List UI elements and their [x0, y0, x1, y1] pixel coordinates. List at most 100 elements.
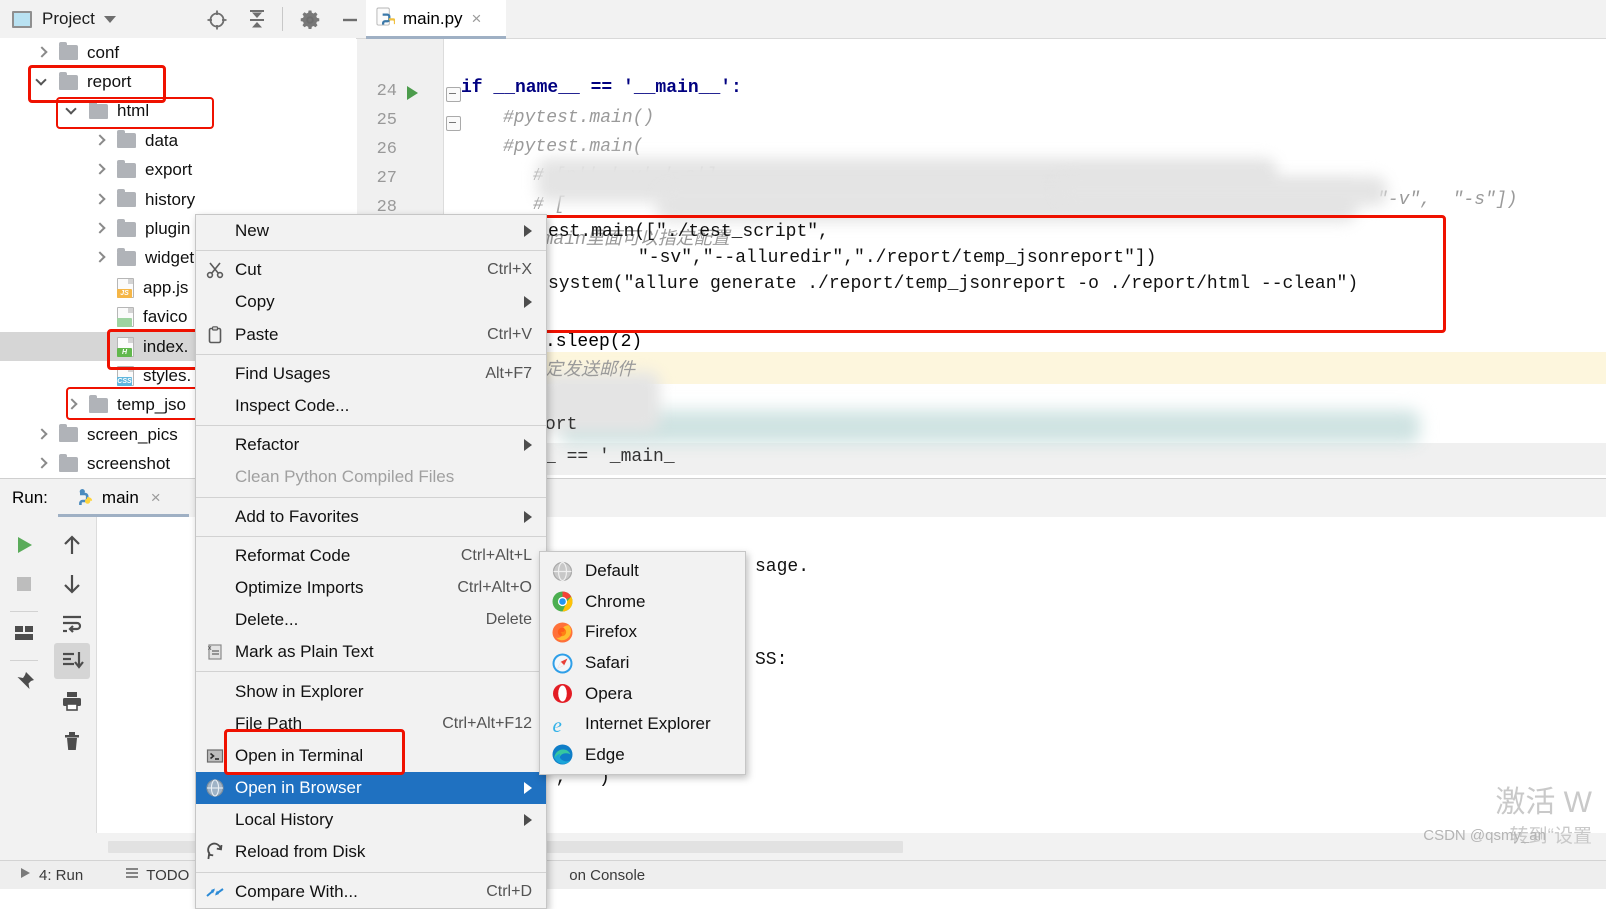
tree-item-data[interactable]: data — [0, 126, 356, 155]
menu-item-cut[interactable]: Cut Ctrl+X — [196, 254, 546, 286]
submenu-arrow-icon — [524, 511, 532, 523]
chevron-right-icon[interactable] — [94, 194, 106, 206]
status-tab-todo[interactable]: TODO — [125, 866, 189, 884]
project-panel-title: Project — [42, 9, 95, 29]
menu-item-paste[interactable]: Paste Ctrl+V — [196, 319, 546, 351]
run-play-icon[interactable] — [12, 533, 36, 557]
chevron-right-icon[interactable] — [66, 399, 78, 411]
tree-item-history[interactable]: history — [0, 185, 356, 214]
menu-item-add-to-favorites[interactable]: Add to Favorites — [196, 501, 546, 533]
close-icon[interactable]: × — [472, 9, 482, 29]
menu-item-new[interactable]: New — [196, 215, 546, 247]
status-tab-python-console[interactable]: on Console — [569, 867, 645, 884]
run-gutter-icon[interactable] — [407, 86, 418, 100]
menu-item-clean-python-compiled-files: Clean Python Compiled Files — [196, 461, 546, 493]
menu-item-label: Paste — [235, 325, 278, 345]
chevron-down-icon[interactable] — [66, 105, 78, 117]
menu-item-local-history[interactable]: Local History — [196, 804, 546, 836]
menu-separator — [196, 536, 546, 537]
folder-icon — [59, 75, 78, 90]
trash-icon[interactable] — [60, 729, 84, 753]
scroll-to-end-icon[interactable] — [60, 649, 84, 673]
collapse-all-icon[interactable] — [245, 8, 269, 32]
submenu-item-firefox[interactable]: Firefox — [540, 617, 745, 648]
tree-item-label: widget — [145, 248, 194, 268]
layout-icon[interactable] — [12, 621, 36, 645]
tree-item-conf[interactable]: conf — [0, 38, 356, 67]
tree-item-export[interactable]: export — [0, 156, 356, 185]
menu-item-label: Find Usages — [235, 364, 330, 384]
minimize-icon[interactable] — [338, 8, 362, 32]
code-ort: ort — [545, 415, 577, 435]
submenu-arrow-icon — [524, 225, 532, 237]
menu-item-file-path[interactable]: File Path Ctrl+Alt+F12 — [196, 708, 546, 740]
submenu-item-chrome[interactable]: Chrome — [540, 587, 745, 618]
menu-item-mark-as-plain-text[interactable]: x Mark as Plain Text — [196, 636, 546, 668]
up-arrow-icon[interactable] — [60, 533, 84, 557]
tree-item-label: index. — [143, 337, 188, 357]
status-tab-run[interactable]: 4: Run — [18, 866, 83, 884]
menu-item-optimize-imports[interactable]: Optimize Imports Ctrl+Alt+O — [196, 572, 546, 604]
tree-item-label: export — [145, 160, 192, 180]
tree-item-label: screen_pics — [87, 425, 178, 445]
settings-gear-icon[interactable] — [298, 8, 322, 32]
fold-marker-icon[interactable] — [446, 87, 461, 102]
menu-item-label: Reload from Disk — [235, 842, 365, 862]
chevron-right-icon[interactable] — [36, 458, 48, 470]
submenu-item-internet-explorer[interactable]: e Internet Explorer — [540, 709, 745, 740]
image-file-icon — [117, 307, 134, 327]
submenu-item-edge[interactable]: Edge — [540, 740, 745, 771]
menu-item-reformat-code[interactable]: Reformat Code Ctrl+Alt+L — [196, 540, 546, 572]
globe-gray-icon — [551, 560, 574, 583]
menu-item-open-in-terminal[interactable]: Open in Terminal — [196, 740, 546, 772]
menu-item-refactor[interactable]: Refactor — [196, 429, 546, 461]
fold-marker-icon[interactable] — [446, 116, 461, 131]
open-in-browser-submenu[interactable]: Default Chrome Firefox Safari Opera e In… — [539, 551, 746, 775]
chevron-down-icon[interactable] — [104, 16, 116, 23]
menu-item-open-in-browser[interactable]: Open in Browser — [196, 772, 546, 804]
submenu-item-label: Firefox — [585, 622, 637, 642]
submenu-item-label: Chrome — [585, 592, 645, 612]
submenu-item-safari[interactable]: Safari — [540, 648, 745, 679]
soft-wrap-icon[interactable] — [60, 612, 84, 636]
submenu-item-default[interactable]: Default — [540, 556, 745, 587]
run-tab-main[interactable]: main × — [74, 486, 161, 510]
tree-item-html[interactable]: html — [0, 97, 356, 126]
chevron-right-icon[interactable] — [36, 429, 48, 441]
context-menu[interactable]: New Cut Ctrl+X Copy Paste Ctrl+V Find Us… — [195, 214, 547, 909]
menu-item-delete[interactable]: Delete... Delete — [196, 604, 546, 636]
chevron-right-icon[interactable] — [36, 47, 48, 59]
editor-tab-main-py[interactable]: main.py × — [366, 0, 506, 38]
menu-item-show-in-explorer[interactable]: Show in Explorer — [196, 675, 546, 707]
down-arrow-icon[interactable] — [60, 572, 84, 596]
code-hl-line-2: "-sv","--alluredir","./report/temp_jsonr… — [638, 248, 1448, 268]
menu-item-label: Mark as Plain Text — [235, 642, 374, 662]
tree-item-label: plugin — [145, 219, 190, 239]
chevron-down-icon[interactable] — [36, 76, 48, 88]
code-line-24: if __name__ == '__main__': — [461, 78, 742, 98]
chevron-right-icon[interactable] — [94, 135, 106, 147]
menu-item-compare-with[interactable]: Compare With... Ctrl+D — [196, 876, 546, 908]
folder-icon — [117, 133, 136, 148]
print-icon[interactable] — [60, 689, 84, 713]
submenu-item-opera[interactable]: Opera — [540, 678, 745, 709]
js-file-icon: JS — [117, 278, 134, 298]
tree-item-label: app.js — [143, 278, 188, 298]
chevron-right-icon[interactable] — [94, 252, 106, 264]
menu-item-label: Open in Browser — [235, 778, 362, 798]
svg-text:e: e — [553, 713, 562, 736]
stop-icon[interactable] — [12, 572, 36, 596]
python-icon — [74, 486, 94, 510]
menu-item-reload-from-disk[interactable]: Reload from Disk — [196, 836, 546, 868]
menu-item-inspect-code[interactable]: Inspect Code... — [196, 390, 546, 422]
menu-item-find-usages[interactable]: Find Usages Alt+F7 — [196, 358, 546, 390]
menu-item-label: Local History — [235, 810, 333, 830]
chevron-right-icon[interactable] — [94, 164, 106, 176]
locate-icon[interactable] — [205, 8, 229, 32]
close-icon[interactable]: × — [151, 488, 161, 508]
pin-icon[interactable] — [12, 670, 36, 694]
menu-item-label: New — [235, 221, 269, 241]
menu-item-copy[interactable]: Copy — [196, 286, 546, 318]
tree-item-report[interactable]: report — [0, 67, 356, 96]
chevron-right-icon[interactable] — [94, 223, 106, 235]
